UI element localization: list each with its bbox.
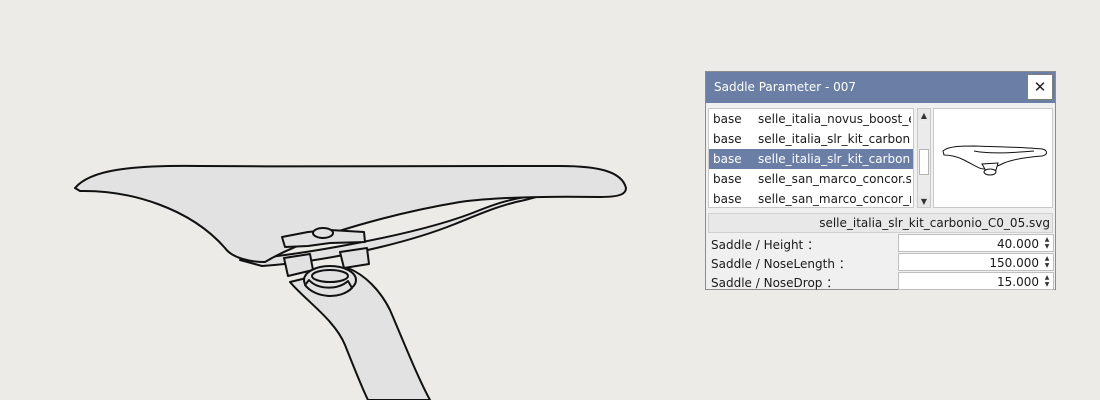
list-item[interactable]: base selle_san_marco_concor_racing	[709, 189, 913, 207]
saddle-preview-icon	[942, 145, 1047, 176]
saddle-file-list[interactable]: base selle_italia_novus_boost_evo_ base …	[708, 108, 914, 208]
nosedrop-spinbox[interactable]: 15.000 ▲ ▼	[898, 272, 1054, 290]
spin-value[interactable]: 150.000	[989, 256, 1039, 270]
param-label: Saddle / NoseDrop ：	[711, 276, 839, 290]
param-label: Saddle / NoseLength ：	[711, 257, 851, 271]
list-item[interactable]: base selle_san_marco_concor.svg	[709, 169, 913, 189]
saddle-drawing	[74, 164, 627, 400]
list-item-type: base	[713, 132, 742, 146]
list-item-name: selle_italia_slr_kit_carbonio_C0_05.svg	[758, 152, 911, 166]
param-row-noselength: Saddle / NoseLength ： 150.000 ▲ ▼	[710, 253, 1054, 271]
height-spinbox[interactable]: 40.000 ▲ ▼	[898, 234, 1054, 252]
list-item[interactable]: base selle_italia_novus_boost_evo_	[709, 109, 913, 129]
noselength-spinbox[interactable]: 150.000 ▲ ▼	[898, 253, 1054, 271]
list-item-type: base	[713, 112, 742, 126]
clamp-bolt-top	[312, 227, 334, 239]
scroll-up-arrow-icon[interactable]: ▲	[918, 109, 930, 121]
close-button[interactable]: ✕	[1027, 74, 1053, 100]
saddle-preview	[933, 108, 1053, 208]
list-item-type: base	[713, 192, 742, 206]
close-icon: ✕	[1033, 78, 1047, 96]
spin-buttons[interactable]: ▲ ▼	[1042, 236, 1052, 250]
clamp-block-right	[339, 247, 370, 269]
spin-down-icon[interactable]: ▼	[1042, 243, 1052, 250]
selected-file-name: selle_italia_slr_kit_carbonio_C0_05.svg	[708, 213, 1053, 233]
dialog-titlebar[interactable]: Saddle Parameter - 007 ✕	[706, 72, 1055, 103]
spin-down-icon[interactable]: ▼	[1042, 262, 1052, 269]
spin-buttons[interactable]: ▲ ▼	[1042, 255, 1052, 269]
param-row-height: Saddle / Height ： 40.000 ▲ ▼	[710, 234, 1054, 252]
spin-buttons[interactable]: ▲ ▼	[1042, 274, 1052, 288]
saddle-parameter-dialog: Saddle Parameter - 007 ✕ base selle_ital…	[705, 71, 1056, 290]
scroll-down-arrow-icon[interactable]: ▼	[918, 195, 930, 207]
list-item-type: base	[713, 152, 742, 166]
list-scrollbar[interactable]: ▲ ▼	[917, 108, 931, 208]
spin-up-icon[interactable]: ▲	[1042, 274, 1052, 281]
param-label: Saddle / Height ：	[711, 238, 820, 252]
param-row-nosedrop: Saddle / NoseDrop ： 15.000 ▲ ▼	[710, 272, 1054, 290]
seatpost-head-inner	[311, 269, 349, 283]
dialog-title: Saddle Parameter - 007	[714, 80, 857, 94]
list-item[interactable]: base selle_italia_slr_kit_carbonio.svg	[709, 129, 913, 149]
spin-up-icon[interactable]: ▲	[1042, 255, 1052, 262]
list-item-selected[interactable]: base selle_italia_slr_kit_carbonio_C0_05…	[709, 149, 913, 169]
list-item-name: selle_san_marco_concor.svg	[758, 172, 911, 186]
list-item-name: selle_italia_novus_boost_evo_	[758, 112, 911, 126]
spin-value[interactable]: 40.000	[997, 237, 1039, 251]
list-item-type: base	[713, 172, 742, 186]
list-item-name: selle_italia_slr_kit_carbonio.svg	[758, 132, 911, 146]
spin-up-icon[interactable]: ▲	[1042, 236, 1052, 243]
list-item-name: selle_san_marco_concor_racing	[758, 192, 911, 206]
spin-down-icon[interactable]: ▼	[1042, 281, 1052, 288]
spin-value[interactable]: 15.000	[997, 275, 1039, 289]
scrollbar-thumb[interactable]	[919, 149, 929, 175]
